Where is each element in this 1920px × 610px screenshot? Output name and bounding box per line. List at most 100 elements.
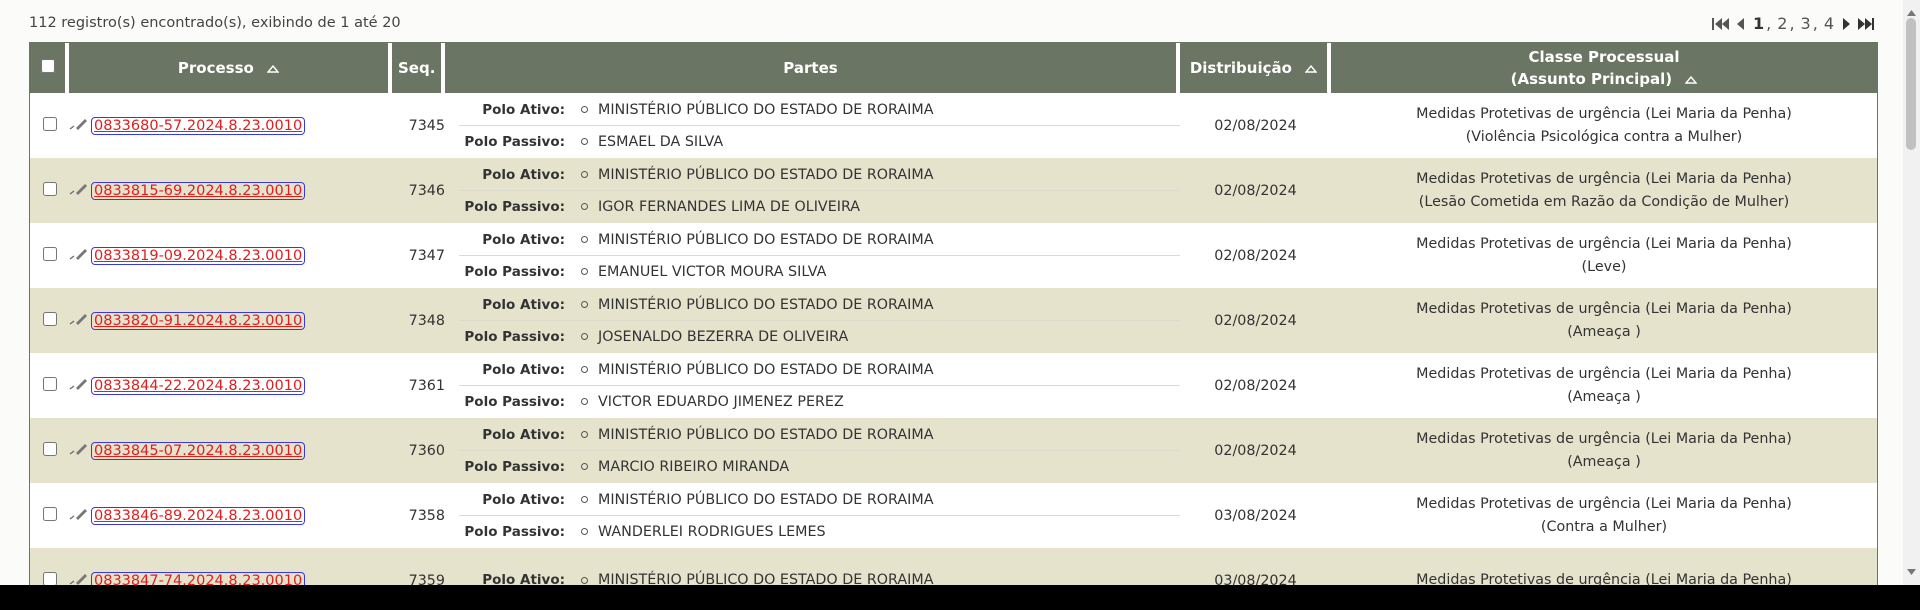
distribuicao-header[interactable]: Distribuição xyxy=(1180,43,1331,93)
row-select-cell xyxy=(30,288,69,353)
page-link-4[interactable]: 4 xyxy=(1822,14,1836,33)
edit-pencil-icon[interactable] xyxy=(69,313,89,329)
assunto-principal-text: (Contra a Mulher) xyxy=(1540,518,1668,535)
polo-ativo-name: MINISTÉRIO PÚBLICO DO ESTADO DE RORAIMA xyxy=(598,231,934,248)
edit-pencil-icon[interactable] xyxy=(69,248,89,264)
processo-cell: 0833820-91.2024.8.23.0010 xyxy=(69,288,392,353)
polo-ativo-entry: Polo Ativo: MINISTÉRIO PÚBLICO DO ESTADO … xyxy=(459,565,1180,585)
polo-passivo-label: Polo Passivo: xyxy=(464,458,565,475)
bullet-icon xyxy=(581,268,588,275)
assunto-principal-text: (Ameaça ) xyxy=(1567,453,1641,470)
distribuicao-cell: 03/08/2024 xyxy=(1180,483,1331,548)
polo-passivo-label: Polo Passivo: xyxy=(464,263,565,280)
processo-header[interactable]: Processo xyxy=(69,43,392,93)
assunto-header-label: (Assunto Principal) xyxy=(1510,69,1673,88)
table-row: 0833846-89.2024.8.23.0010 7358 Polo Ativo:… xyxy=(30,483,1877,548)
process-number-link[interactable]: 0833847-74.2024.8.23.0010 xyxy=(91,571,306,585)
page-separator: , xyxy=(1789,14,1795,33)
bullet-icon xyxy=(581,301,588,308)
edit-pencil-icon[interactable] xyxy=(69,443,89,459)
process-number-link[interactable]: 0833844-22.2024.8.23.0010 xyxy=(91,376,306,395)
polo-ativo-entry: Polo Ativo: MINISTÉRIO PÚBLICO DO ESTADO … xyxy=(459,354,1180,386)
polo-passivo-entry: Polo Passivo: WANDERLEI RODRIGUES LEMES xyxy=(445,516,1180,547)
row-checkbox[interactable] xyxy=(42,441,57,456)
polo-passivo-name: ESMAEL DA SILVA xyxy=(598,133,724,150)
polo-ativo-label: Polo Ativo: xyxy=(482,426,565,443)
classe-processual-text: Medidas Protetivas de urgência (Lei Mari… xyxy=(1416,365,1792,382)
polo-ativo-label: Polo Ativo: xyxy=(482,361,565,378)
edit-pencil-icon[interactable] xyxy=(69,183,89,199)
row-checkbox[interactable] xyxy=(42,181,57,196)
edit-pencil-icon[interactable] xyxy=(69,118,89,134)
processo-cell: 0833845-07.2024.8.23.0010 xyxy=(69,418,392,483)
row-checkbox[interactable] xyxy=(42,311,57,326)
bullet-icon xyxy=(581,528,588,535)
polo-ativo-name: MINISTÉRIO PÚBLICO DO ESTADO DE RORAIMA xyxy=(598,296,934,313)
row-checkbox[interactable] xyxy=(42,506,57,521)
process-number-link[interactable]: 0833845-07.2024.8.23.0010 xyxy=(91,441,306,460)
next-page-icon[interactable] xyxy=(1842,17,1851,31)
process-number-link[interactable]: 0833820-91.2024.8.23.0010 xyxy=(91,311,306,330)
sort-ascending-icon[interactable] xyxy=(1684,68,1698,90)
first-page-icon[interactable] xyxy=(1712,17,1730,31)
polo-passivo-label: Polo Passivo: xyxy=(464,328,565,345)
polo-passivo-label: Polo Passivo: xyxy=(464,393,565,410)
bullet-icon xyxy=(581,171,588,178)
polo-passivo-label: Polo Passivo: xyxy=(464,523,565,540)
assunto-principal-text: (Ameaça ) xyxy=(1567,388,1641,405)
classe-processual-text: Medidas Protetivas de urgência (Lei Mari… xyxy=(1416,300,1792,317)
classe-processual-text: Medidas Protetivas de urgência (Lei Mari… xyxy=(1416,495,1792,512)
last-page-icon[interactable] xyxy=(1857,17,1875,31)
processo-cell: 0833847-74.2024.8.23.0010 xyxy=(69,548,392,585)
page-link-2[interactable]: 2 xyxy=(1775,14,1789,33)
table-row: 0833819-09.2024.8.23.0010 7347 Polo Ativo:… xyxy=(30,223,1877,288)
distribuicao-cell: 03/08/2024 xyxy=(1180,548,1331,585)
polo-ativo-label: Polo Ativo: xyxy=(482,491,565,508)
polo-ativo-name: MINISTÉRIO PÚBLICO DO ESTADO DE RORAIMA xyxy=(598,361,934,378)
sort-ascending-icon[interactable] xyxy=(266,59,280,77)
edit-pencil-icon[interactable] xyxy=(69,508,89,524)
distribuicao-cell: 02/08/2024 xyxy=(1180,223,1331,288)
page-link-3[interactable]: 3 xyxy=(1799,14,1813,33)
row-select-cell xyxy=(30,418,69,483)
distribuicao-cell: 02/08/2024 xyxy=(1180,418,1331,483)
select-all-checkbox[interactable] xyxy=(40,59,55,73)
classe-cell: Medidas Protetivas de urgência (Lei Mari… xyxy=(1331,288,1877,353)
row-checkbox[interactable] xyxy=(42,246,57,261)
seq-cell: 7358 xyxy=(392,483,445,548)
seq-header: Seq. xyxy=(392,43,445,93)
distribuicao-cell: 02/08/2024 xyxy=(1180,288,1331,353)
classe-processual-text: Medidas Protetivas de urgência (Lei Mari… xyxy=(1416,170,1792,187)
process-number-link[interactable]: 0833819-09.2024.8.23.0010 xyxy=(91,246,306,265)
polo-passivo-name: VICTOR EDUARDO JIMENEZ PEREZ xyxy=(598,393,844,410)
scrollbar-thumb[interactable] xyxy=(1906,18,1916,150)
polo-ativo-label: Polo Ativo: xyxy=(482,101,565,118)
vertical-scrollbar[interactable] xyxy=(1903,0,1920,585)
row-checkbox[interactable] xyxy=(42,571,57,585)
bullet-icon xyxy=(581,431,588,438)
polo-passivo-entry: Polo Passivo: JOSENALDO BEZERRA DE OLIVEI… xyxy=(445,321,1180,352)
page-numbers: 1,2,3,4 xyxy=(1751,14,1836,33)
process-number-link[interactable]: 0833815-69.2024.8.23.0010 xyxy=(91,181,306,200)
scroll-down-arrow-icon[interactable] xyxy=(1907,563,1916,579)
row-checkbox[interactable] xyxy=(42,376,57,391)
polo-ativo-entry: Polo Ativo: MINISTÉRIO PÚBLICO DO ESTADO … xyxy=(459,289,1180,321)
seq-cell: 7359 xyxy=(392,548,445,585)
row-checkbox[interactable] xyxy=(42,116,57,131)
classe-processual-text: Medidas Protetivas de urgência (Lei Mari… xyxy=(1416,105,1792,122)
processo-header-label: Processo xyxy=(177,58,254,77)
classe-cell: Medidas Protetivas de urgência (Lei Mari… xyxy=(1331,223,1877,288)
processo-cell: 0833819-09.2024.8.23.0010 xyxy=(69,223,392,288)
page-link-1[interactable]: 1 xyxy=(1751,14,1766,33)
polo-passivo-name: JOSENALDO BEZERRA DE OLIVEIRA xyxy=(598,328,849,345)
classe-processual-text: Medidas Protetivas de urgência (Lei Mari… xyxy=(1416,235,1792,252)
edit-pencil-icon[interactable] xyxy=(69,573,89,586)
sort-ascending-icon[interactable] xyxy=(1304,59,1318,77)
previous-page-icon[interactable] xyxy=(1736,17,1745,31)
edit-pencil-icon[interactable] xyxy=(69,378,89,394)
table-row: 0833680-57.2024.8.23.0010 7345 Polo Ativo:… xyxy=(30,93,1877,158)
bullet-icon xyxy=(581,398,588,405)
classe-header[interactable]: Classe Processual (Assunto Principal) xyxy=(1331,43,1877,93)
process-number-link[interactable]: 0833846-89.2024.8.23.0010 xyxy=(91,506,306,525)
process-number-link[interactable]: 0833680-57.2024.8.23.0010 xyxy=(91,116,306,135)
